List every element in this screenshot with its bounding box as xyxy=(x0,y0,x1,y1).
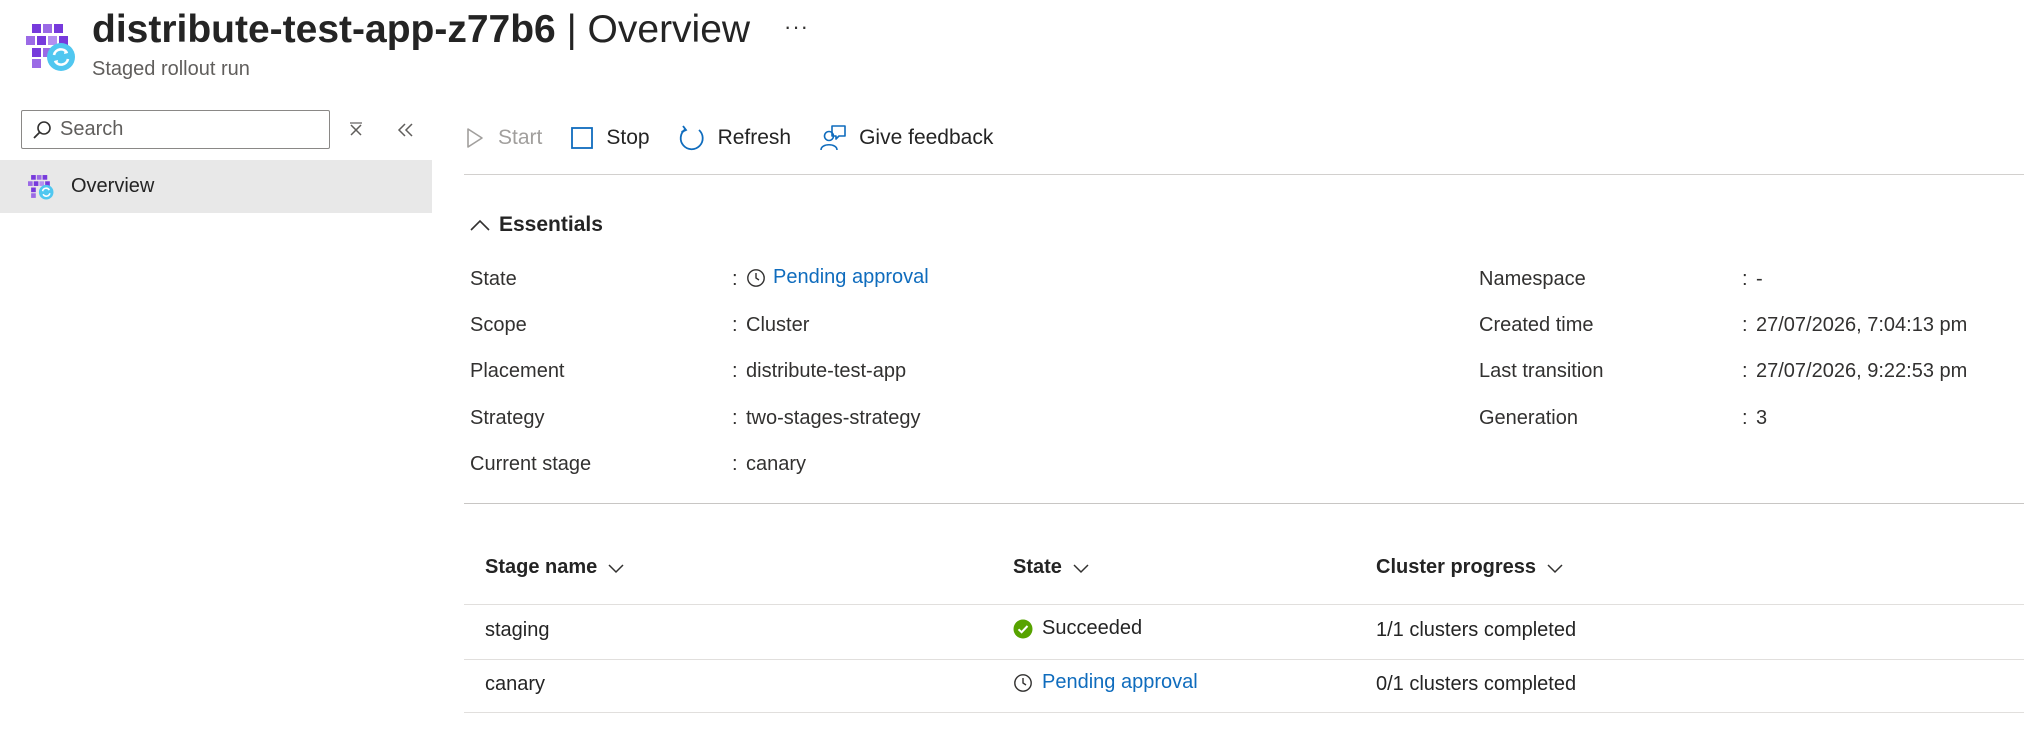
prop-colon: : xyxy=(732,407,738,429)
prop-label-namespace: Namespace xyxy=(1479,268,1586,290)
feedback-label: Give feedback xyxy=(859,126,994,149)
prop-colon: : xyxy=(732,268,738,290)
page-subtitle: Staged rollout run xyxy=(92,58,250,80)
chevron-up-icon xyxy=(470,219,490,231)
prop-label-created-time: Created time xyxy=(1479,314,1594,336)
prop-value-current-stage: canary xyxy=(746,453,807,475)
column-header-label: Cluster progress xyxy=(1376,556,1537,578)
column-header-label: State xyxy=(1013,556,1062,578)
prop-label-last-transition: Last transition xyxy=(1479,360,1604,382)
give-feedback-button[interactable]: Give feedback xyxy=(819,124,993,152)
collapse-sidebar-button[interactable] xyxy=(392,116,420,144)
success-check-icon xyxy=(1013,619,1033,638)
column-header-cluster-progress[interactable]: Cluster progress xyxy=(1376,556,1564,579)
prop-colon: : xyxy=(1742,314,1748,336)
table-cell-state: Succeeded xyxy=(1013,617,1142,640)
command-bar: Start Stop Refresh Give feedback xyxy=(464,124,1021,152)
prop-value-placement: distribute-test-app xyxy=(746,360,907,382)
prop-value-strategy: two-stages-strategy xyxy=(746,407,921,429)
prop-label-scope: Scope xyxy=(470,314,527,336)
more-options-button[interactable]: ··· xyxy=(784,14,809,40)
prop-value-namespace: - xyxy=(1756,268,1763,290)
chevron-down-icon xyxy=(1547,563,1563,573)
table-cell-state: Pending approval xyxy=(1013,671,1198,694)
state-link[interactable]: Pending approval xyxy=(1042,671,1198,694)
sidebar-item-overview[interactable]: Overview xyxy=(0,160,432,213)
clear-search-button[interactable] xyxy=(342,116,370,144)
resource-name: distribute-test-app-z77b6 xyxy=(92,8,556,51)
stop-button[interactable]: Stop xyxy=(570,126,650,150)
prop-label-current-stage: Current stage xyxy=(470,453,592,475)
stop-label: Stop xyxy=(606,126,650,149)
prop-value-generation: 3 xyxy=(1756,407,1768,429)
prop-value-scope: Cluster xyxy=(746,314,810,336)
clear-icon xyxy=(350,122,362,136)
prop-value-last-transition: 27/07/2026, 9:22:53 pm xyxy=(1756,360,1968,382)
prop-colon: : xyxy=(732,314,738,336)
double-chevron-left-icon xyxy=(397,123,413,137)
feedback-icon xyxy=(820,125,846,151)
start-label: Start xyxy=(498,126,543,149)
clock-icon xyxy=(747,268,765,287)
page-title: distribute-test-app-z77b6 | Overview xyxy=(92,6,750,54)
search-input[interactable] xyxy=(60,118,310,141)
blade-name: Overview xyxy=(587,8,751,51)
table-cell-stage: canary xyxy=(485,673,546,695)
prop-colon: : xyxy=(1742,360,1748,382)
table-cell-progress: 1/1 clusters completed xyxy=(1376,619,1577,641)
fleet-rollout-icon xyxy=(28,174,54,199)
essentials-title: Essentials xyxy=(499,213,603,236)
toolbar-divider xyxy=(464,174,2024,175)
prop-label-generation: Generation xyxy=(1479,407,1578,429)
prop-colon: : xyxy=(732,453,738,475)
fleet-rollout-icon xyxy=(26,22,76,72)
state-link[interactable]: Pending approval xyxy=(773,266,929,289)
refresh-label: Refresh xyxy=(717,126,792,149)
column-header-stage-name[interactable]: Stage name xyxy=(485,556,625,579)
column-header-state[interactable]: State xyxy=(1013,556,1090,579)
prop-label-placement: Placement xyxy=(470,360,565,382)
title-separator: | xyxy=(566,8,577,51)
sidebar-item-label: Overview xyxy=(71,175,155,197)
refresh-icon xyxy=(679,125,704,151)
table-row-divider xyxy=(464,712,2024,713)
essentials-divider xyxy=(464,503,2024,504)
prop-value-state: Pending approval xyxy=(746,266,929,289)
stop-icon xyxy=(571,127,594,149)
sidebar-search[interactable] xyxy=(21,110,330,149)
prop-colon: : xyxy=(1742,268,1748,290)
essentials-toggle[interactable]: Essentials xyxy=(469,213,603,237)
table-cell-progress: 0/1 clusters completed xyxy=(1376,673,1577,695)
chevron-down-icon xyxy=(1073,563,1089,573)
column-header-label: Stage name xyxy=(485,556,598,578)
table-row-divider xyxy=(464,659,2024,660)
prop-colon: : xyxy=(732,360,738,382)
prop-label-strategy: Strategy xyxy=(470,407,545,429)
prop-colon: : xyxy=(1742,407,1748,429)
play-icon xyxy=(467,128,483,148)
refresh-button[interactable]: Refresh xyxy=(678,124,792,152)
start-button[interactable]: Start xyxy=(464,126,542,150)
table-header-divider xyxy=(464,604,2024,605)
chevron-down-icon xyxy=(608,563,624,573)
search-icon xyxy=(33,120,51,139)
clock-icon xyxy=(1014,673,1032,692)
prop-value-created-time: 27/07/2026, 7:04:13 pm xyxy=(1756,314,1968,336)
table-cell-stage: staging xyxy=(485,619,550,641)
prop-label-state: State xyxy=(470,268,517,290)
state-text: Succeeded xyxy=(1042,617,1143,639)
